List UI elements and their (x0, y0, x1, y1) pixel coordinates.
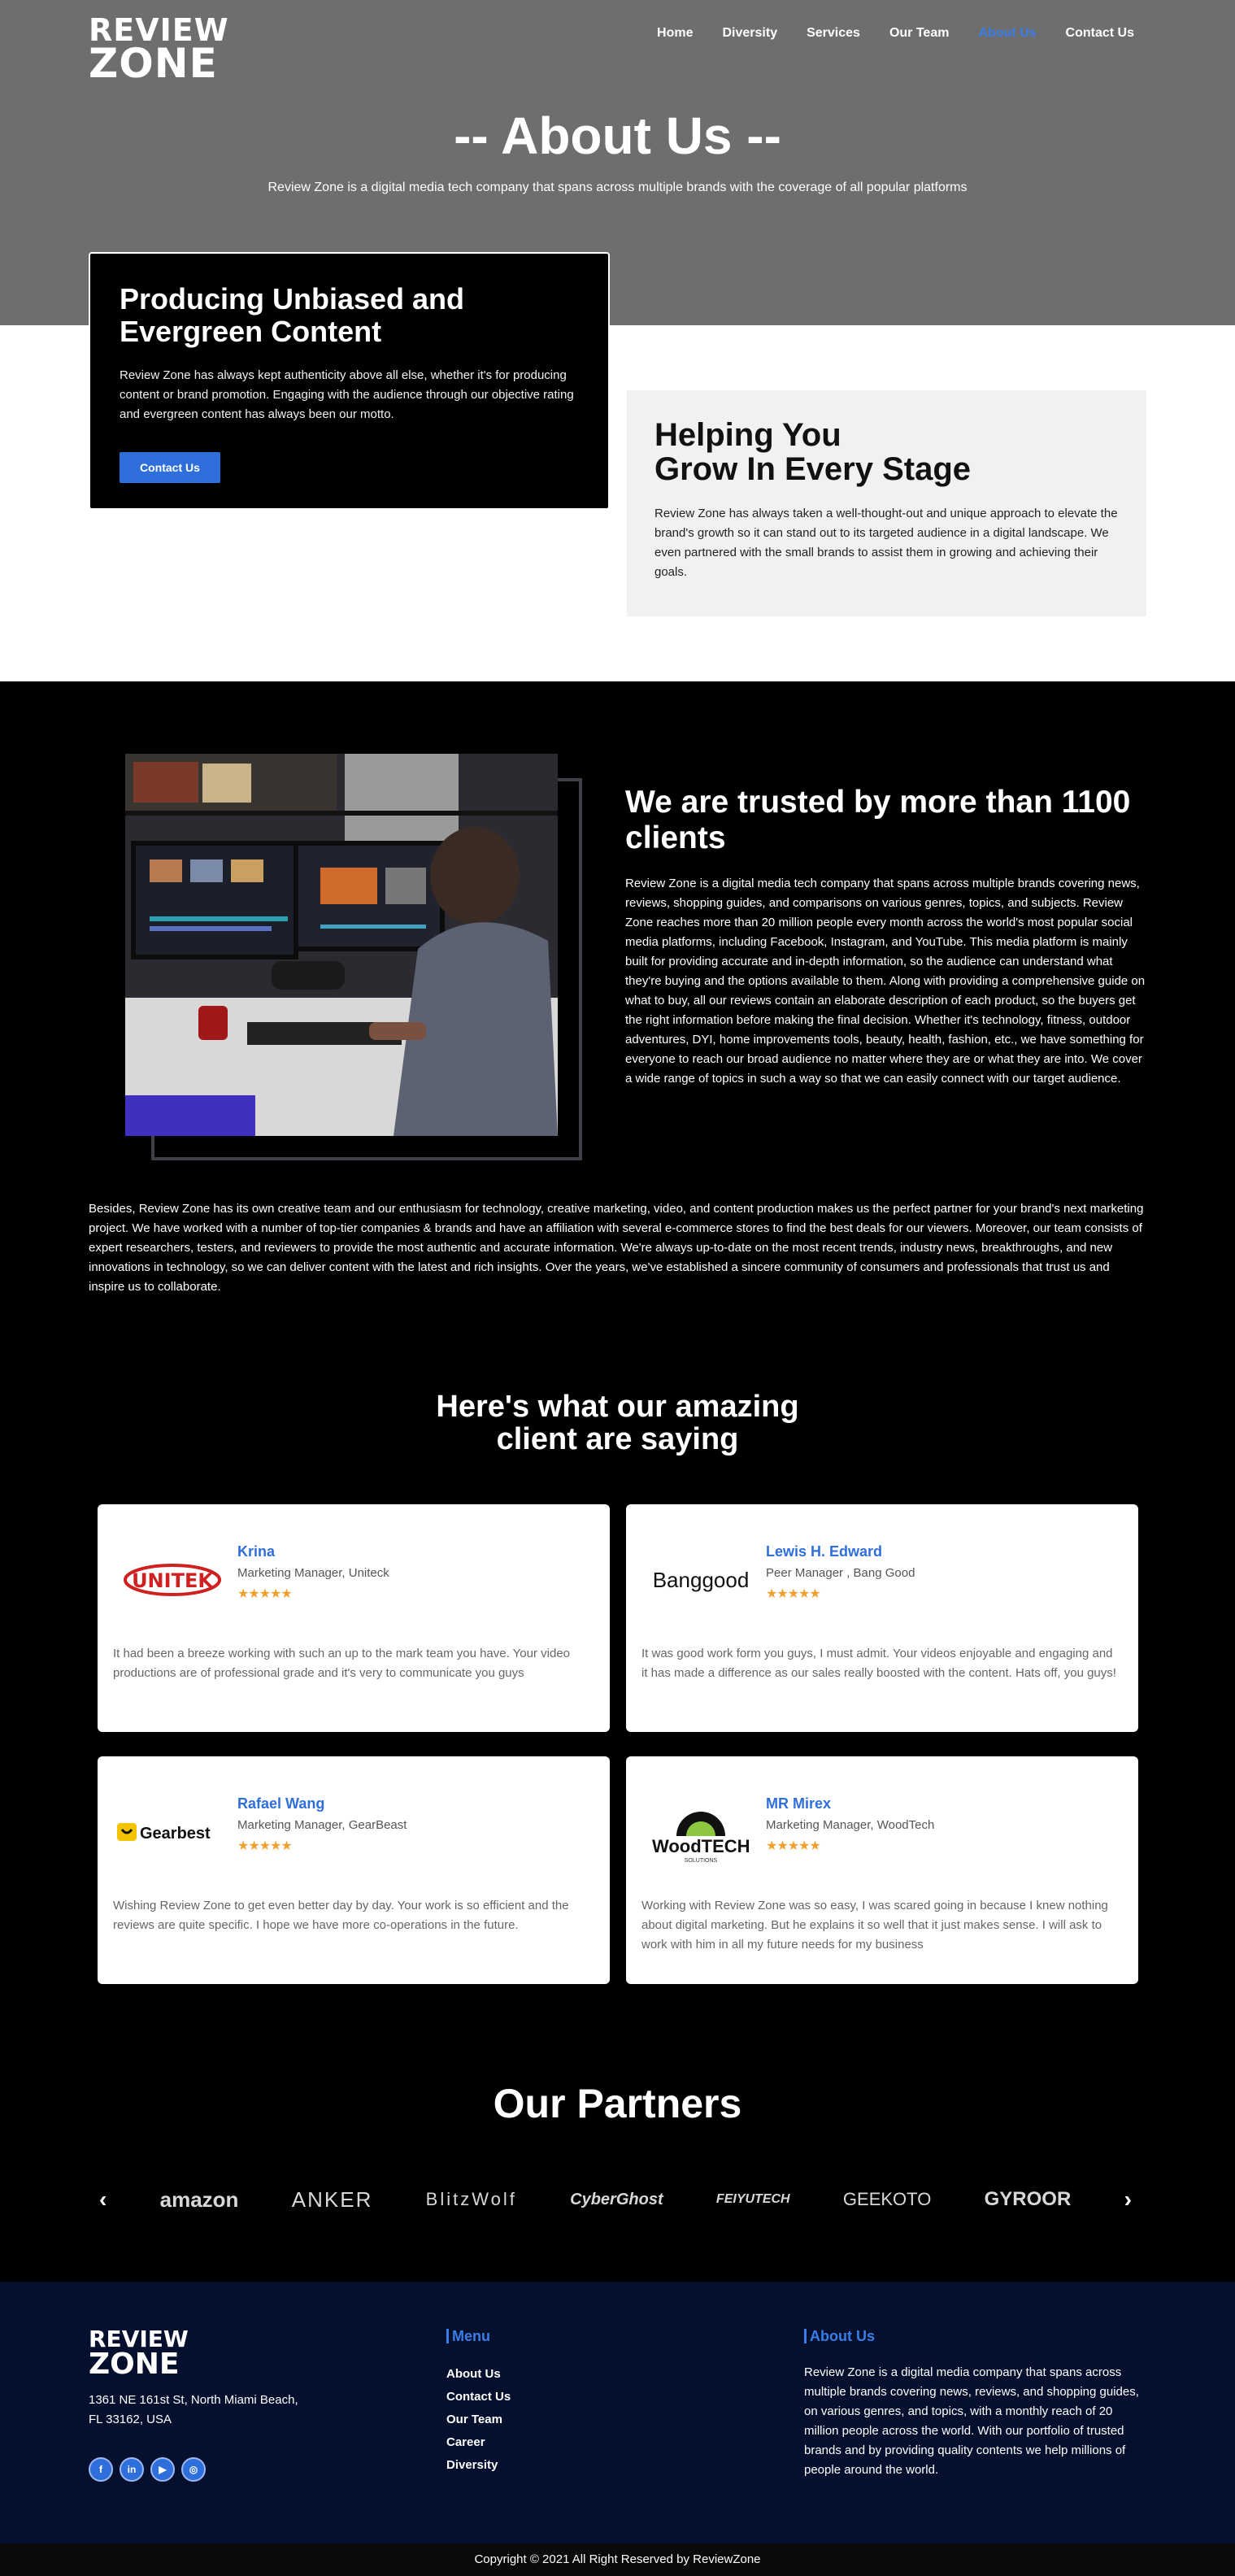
testimonial-card: WoodTECH SOLUTIONS MR Mirex Marketing Ma… (626, 1756, 1138, 1984)
trusted-section: We are trusted by more than 1100 clients… (625, 785, 1146, 1089)
star-rating: ★★★★★ (237, 1587, 293, 1601)
nav-our-team[interactable]: Our Team (889, 26, 950, 41)
partner-logo-feiyutech: FEIYUTECH (715, 2192, 790, 2206)
helping-title: Helping You Grow In Every Stage (654, 418, 1119, 486)
copyright: Copyright © 2021 All Right Reserved by R… (0, 2543, 1235, 2576)
partner-logo-cyberghost: CyberGhost (570, 2190, 663, 2208)
chevron-left-icon[interactable]: ‹ (99, 2187, 107, 2213)
testimonials-title-line1: Here's what our amazing (436, 1390, 799, 1424)
gearbest-logo: Gearbest (115, 1804, 229, 1860)
nav-contact-us[interactable]: Contact Us (1066, 26, 1134, 41)
linkedin-icon[interactable]: in (120, 2457, 144, 2482)
gearbest-logo-text: Gearbest (140, 1825, 211, 1843)
testimonial-name: Rafael Wang (237, 1795, 325, 1812)
unitek-logo-text: UNITEK (132, 1569, 214, 1592)
star-rating: ★★★★★ (766, 1839, 821, 1853)
testimonial-name: Lewis H. Edward (766, 1543, 883, 1560)
trusted-text: Review Zone is a digital media tech comp… (625, 877, 1146, 1086)
testimonial-role: Peer Manager , Bang Good (766, 1566, 915, 1580)
testimonial-quote: Wishing Review Zone to get even better d… (113, 1899, 569, 1932)
contact-us-button[interactable]: Contact Us (120, 452, 220, 483)
partner-logo-blitzwolf: BlitzWolf (425, 2189, 517, 2209)
chevron-right-icon[interactable]: › (1124, 2187, 1132, 2213)
testimonial-role: Marketing Manager, WoodTech (766, 1818, 935, 1832)
testimonial-card: Banggood Lewis H. Edward Peer Manager , … (626, 1504, 1138, 1732)
site-footer: REVIEW ZONE 1361 NE 161st St, North Miam… (0, 2282, 1235, 2543)
testimonials-title: Here's what our amazing client are saying (0, 1390, 1235, 1456)
producing-text: Review Zone has always kept authenticity… (120, 368, 574, 421)
testimonials-title-line2: client are saying (496, 1422, 739, 1456)
partners-carousel: ‹ amazon ANKER BlitzWolf CyberGhost FEIY… (99, 2182, 1132, 2217)
youtube-icon[interactable]: ▶ (150, 2457, 175, 2482)
logo-line2: ZONE (89, 39, 218, 87)
besides-paragraph: Besides, Review Zone has its own creativ… (89, 1202, 1144, 1294)
nav-about-us[interactable]: About Us (978, 26, 1036, 41)
partner-logo-geekoto: GEEKOTO (842, 2189, 932, 2209)
footer-link-diversity[interactable]: Diversity (446, 2454, 511, 2477)
footer-link-contact-us[interactable]: Contact Us (446, 2386, 511, 2408)
testimonial-quote: It was good work form you guys, I must a… (641, 1647, 1116, 1680)
nav-diversity[interactable]: Diversity (723, 26, 778, 41)
nav-services[interactable]: Services (807, 26, 860, 41)
producing-title: Producing Unbiased and Evergreen Content (120, 282, 465, 348)
footer-link-career[interactable]: Career (446, 2431, 511, 2454)
page-title: -- About Us -- (454, 107, 781, 165)
main-nav: Home Diversity Services Our Team About U… (628, 26, 1134, 41)
editing-workstation-photo (125, 754, 558, 1136)
helping-text: Review Zone has always taken a well-thou… (654, 507, 1118, 579)
testimonial-card: Gearbest Rafael Wang Marketing Manager, … (98, 1756, 610, 1984)
producing-card: Producing Unbiased and Evergreen Content… (89, 252, 610, 510)
social-links: f in ▶ ◎ (89, 2457, 206, 2482)
footer-link-about-us[interactable]: About Us (446, 2363, 511, 2386)
star-rating: ★★★★★ (237, 1839, 293, 1853)
unitek-logo: UNITEK (115, 1551, 229, 1608)
footer-logo-line2: ZONE (89, 2347, 180, 2381)
woodtech-logo-text: WoodTECH (652, 1836, 750, 1856)
helping-card: Helping You Grow In Every Stage Review Zo… (627, 390, 1146, 616)
partner-logo-anker: ANKER (291, 2187, 373, 2212)
footer-address: 1361 NE 161st St, North Miami Beach, FL … (89, 2391, 298, 2430)
partner-logo-gyroor: GYROOR (984, 2188, 1072, 2210)
footer-about-text: Review Zone is a digital media company t… (804, 2365, 1139, 2477)
partner-logo-amazon: amazon (159, 2187, 239, 2212)
banggood-logo: Banggood (644, 1551, 758, 1608)
banggood-logo-text: Banggood (653, 1568, 750, 1592)
testimonial-name: MR Mirex (766, 1795, 832, 1812)
partners-title: Our Partners (493, 2081, 742, 2126)
nav-home[interactable]: Home (657, 26, 693, 41)
testimonial-quote: Working with Review Zone was so easy, I … (641, 1899, 1108, 1952)
page-subtitle: Review Zone is a digital media tech comp… (267, 181, 968, 194)
testimonial-card: UNITEK Krina Marketing Manager, Uniteck … (98, 1504, 610, 1732)
testimonial-role: Marketing Manager, Uniteck (237, 1566, 389, 1580)
footer-menu-title: Menu (446, 2329, 490, 2343)
instagram-icon[interactable]: ◎ (181, 2457, 206, 2482)
star-rating: ★★★★★ (766, 1587, 821, 1601)
helping-title-line2: Grow In Every Stage (654, 451, 972, 487)
address-line2: FL 33162, USA (89, 2413, 172, 2426)
site-logo[interactable]: REVIEW ZONE (89, 15, 228, 87)
trusted-title: We are trusted by more than 1100 clients (625, 785, 1131, 855)
address-line1: 1361 NE 161st St, North Miami Beach, (89, 2393, 298, 2407)
testimonial-role: Marketing Manager, GearBeast (237, 1818, 407, 1832)
woodtech-logo-sub: SOLUTIONS (685, 1858, 718, 1864)
testimonial-name: Krina (237, 1543, 276, 1560)
woodtech-logo: WoodTECH SOLUTIONS (644, 1804, 758, 1864)
helping-title-line1: Helping You (654, 417, 841, 453)
footer-logo[interactable]: REVIEW ZONE (89, 2328, 189, 2381)
testimonial-quote: It had been a breeze working with such a… (113, 1647, 571, 1680)
footer-menu: About Us Contact Us Our Team Career Dive… (446, 2363, 511, 2477)
footer-about-title: About Us (804, 2329, 875, 2343)
footer-link-our-team[interactable]: Our Team (446, 2408, 511, 2431)
facebook-icon[interactable]: f (89, 2457, 113, 2482)
